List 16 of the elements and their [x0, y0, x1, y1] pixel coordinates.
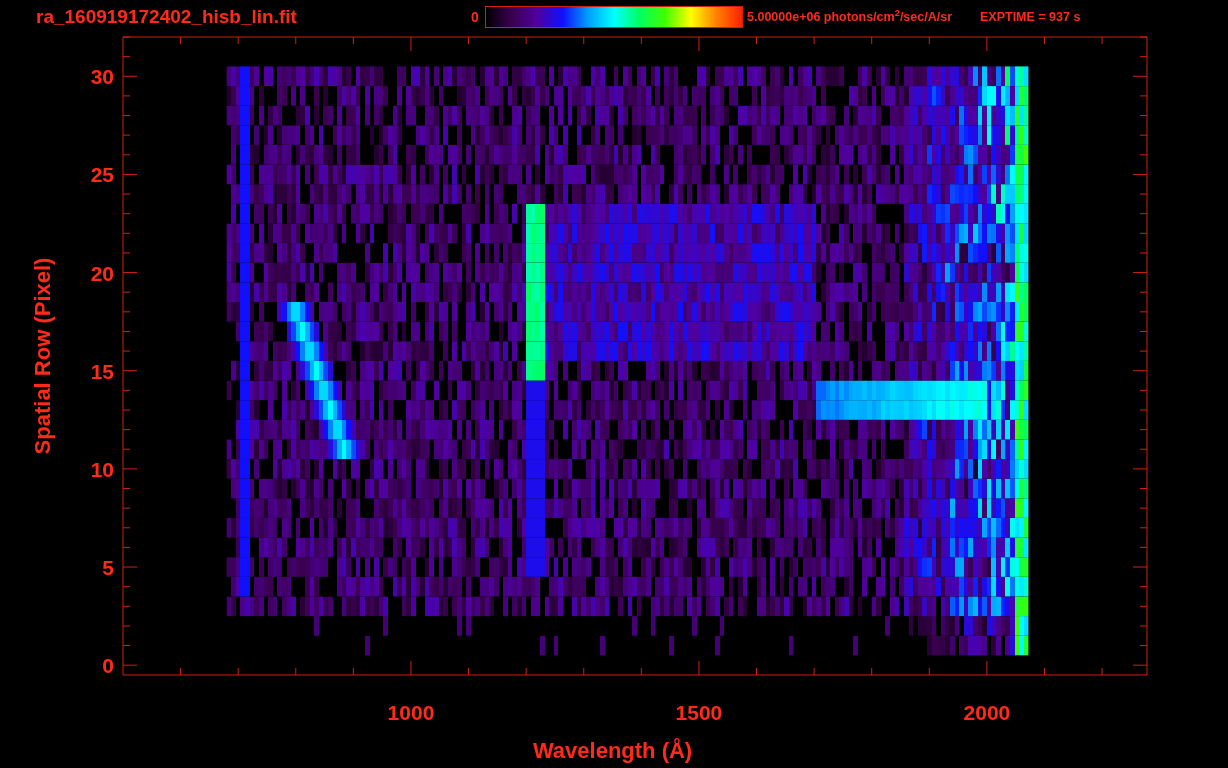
x-tick-label: 1000: [387, 701, 435, 724]
y-tick-label: 25: [90, 163, 114, 187]
y-axis-title: Spatial Row (Pixel): [30, 257, 55, 455]
exposure-time-label: EXPTIME = 937 s: [980, 8, 1081, 26]
file-title: ra_160919172402_hisb_lin.fit: [36, 4, 298, 29]
colorbar-min-label: 0: [471, 7, 480, 27]
y-tick-label: 0: [102, 654, 114, 678]
colorbar-max-label: 5.00000e+06 photons/cm$^{2}$/sec/A/sr: [747, 7, 952, 26]
x-tick-label: 1500: [675, 701, 723, 724]
x-axis-title: Wavelength (Å): [532, 738, 693, 763]
y-tick-label: 30: [90, 65, 114, 89]
x-tick-label: 2000: [963, 701, 1011, 724]
y-tick-label: 10: [90, 457, 114, 481]
y-tick-label: 5: [102, 556, 114, 580]
y-tick-label: 20: [90, 261, 114, 285]
y-tick-label: 15: [90, 359, 114, 383]
